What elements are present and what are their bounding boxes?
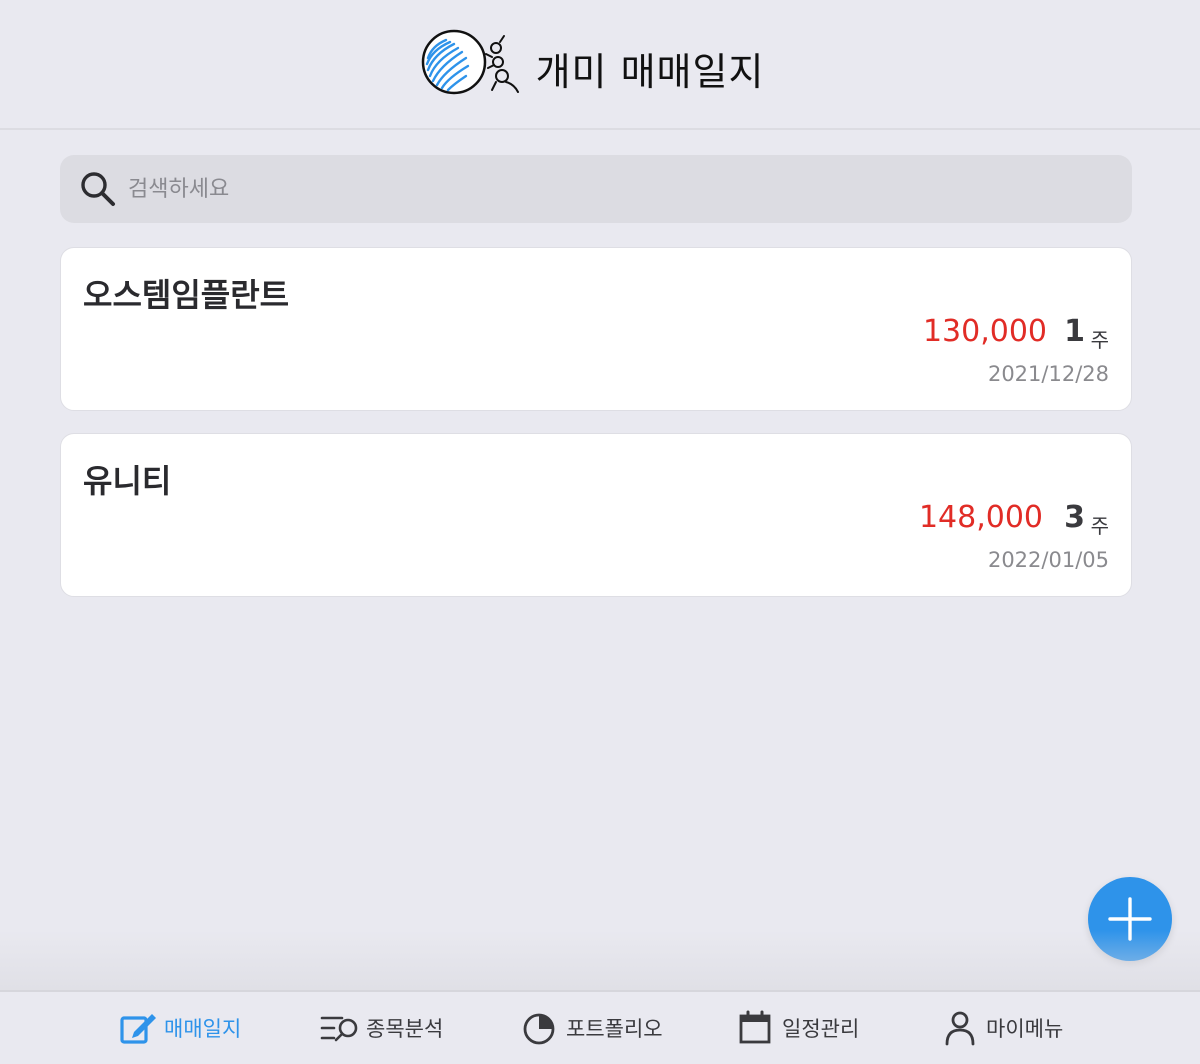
trade-quantity: 1	[1064, 314, 1085, 349]
tab-portfolio[interactable]: 포트폴리오	[520, 1008, 663, 1048]
tab-label: 종목분석	[366, 1017, 444, 1041]
tab-my-menu[interactable]: 마이메뉴	[940, 1008, 1063, 1048]
tab-label: 매매일지	[164, 1017, 242, 1041]
app-title: 개미 매매일지	[535, 49, 765, 94]
pie-chart-icon	[523, 1013, 555, 1045]
search-input[interactable]	[128, 176, 1028, 202]
stock-name: 유니티	[83, 462, 172, 500]
app-brand: 개미 매매일지	[416, 24, 765, 104]
quantity-unit: 주	[1090, 514, 1109, 538]
tab-stock-analysis[interactable]: 종목분석	[320, 1008, 443, 1048]
quantity-unit: 주	[1090, 328, 1109, 352]
trade-card[interactable]: 오스템임플란트 130,000 1 주 2021/12/28	[60, 247, 1132, 411]
tabbar-shadow	[0, 930, 1200, 990]
tab-schedule[interactable]: 일정관리	[736, 1008, 859, 1048]
tab-label: 마이메뉴	[986, 1017, 1064, 1041]
calendar-icon	[739, 1010, 771, 1044]
header: 개미 매매일지	[0, 0, 1200, 130]
edit-icon	[120, 1014, 156, 1044]
stock-name: 오스템임플란트	[83, 276, 290, 314]
trade-price: 130,000	[922, 314, 1047, 349]
trade-price: 148,000	[918, 500, 1043, 535]
tab-label: 포트폴리오	[566, 1017, 663, 1041]
search-bar[interactable]	[60, 155, 1132, 223]
tab-trade-journal[interactable]: 매매일지	[118, 1008, 241, 1048]
search-icon	[81, 172, 115, 206]
tab-label: 일정관리	[782, 1017, 860, 1041]
trade-date: 2021/12/28	[987, 362, 1109, 386]
trade-date: 2022/01/05	[987, 548, 1109, 572]
trade-quantity: 3	[1064, 500, 1085, 535]
tab-bar: 매매일지 종목분석 포트폴리오 일정관리 마이메뉴	[0, 990, 1200, 1064]
person-icon	[945, 1011, 975, 1046]
trade-card[interactable]: 유니티 148,000 3 주 2022/01/05	[60, 433, 1132, 597]
list-search-icon	[320, 1016, 358, 1042]
ant-pushing-ball-logo	[421, 29, 519, 95]
